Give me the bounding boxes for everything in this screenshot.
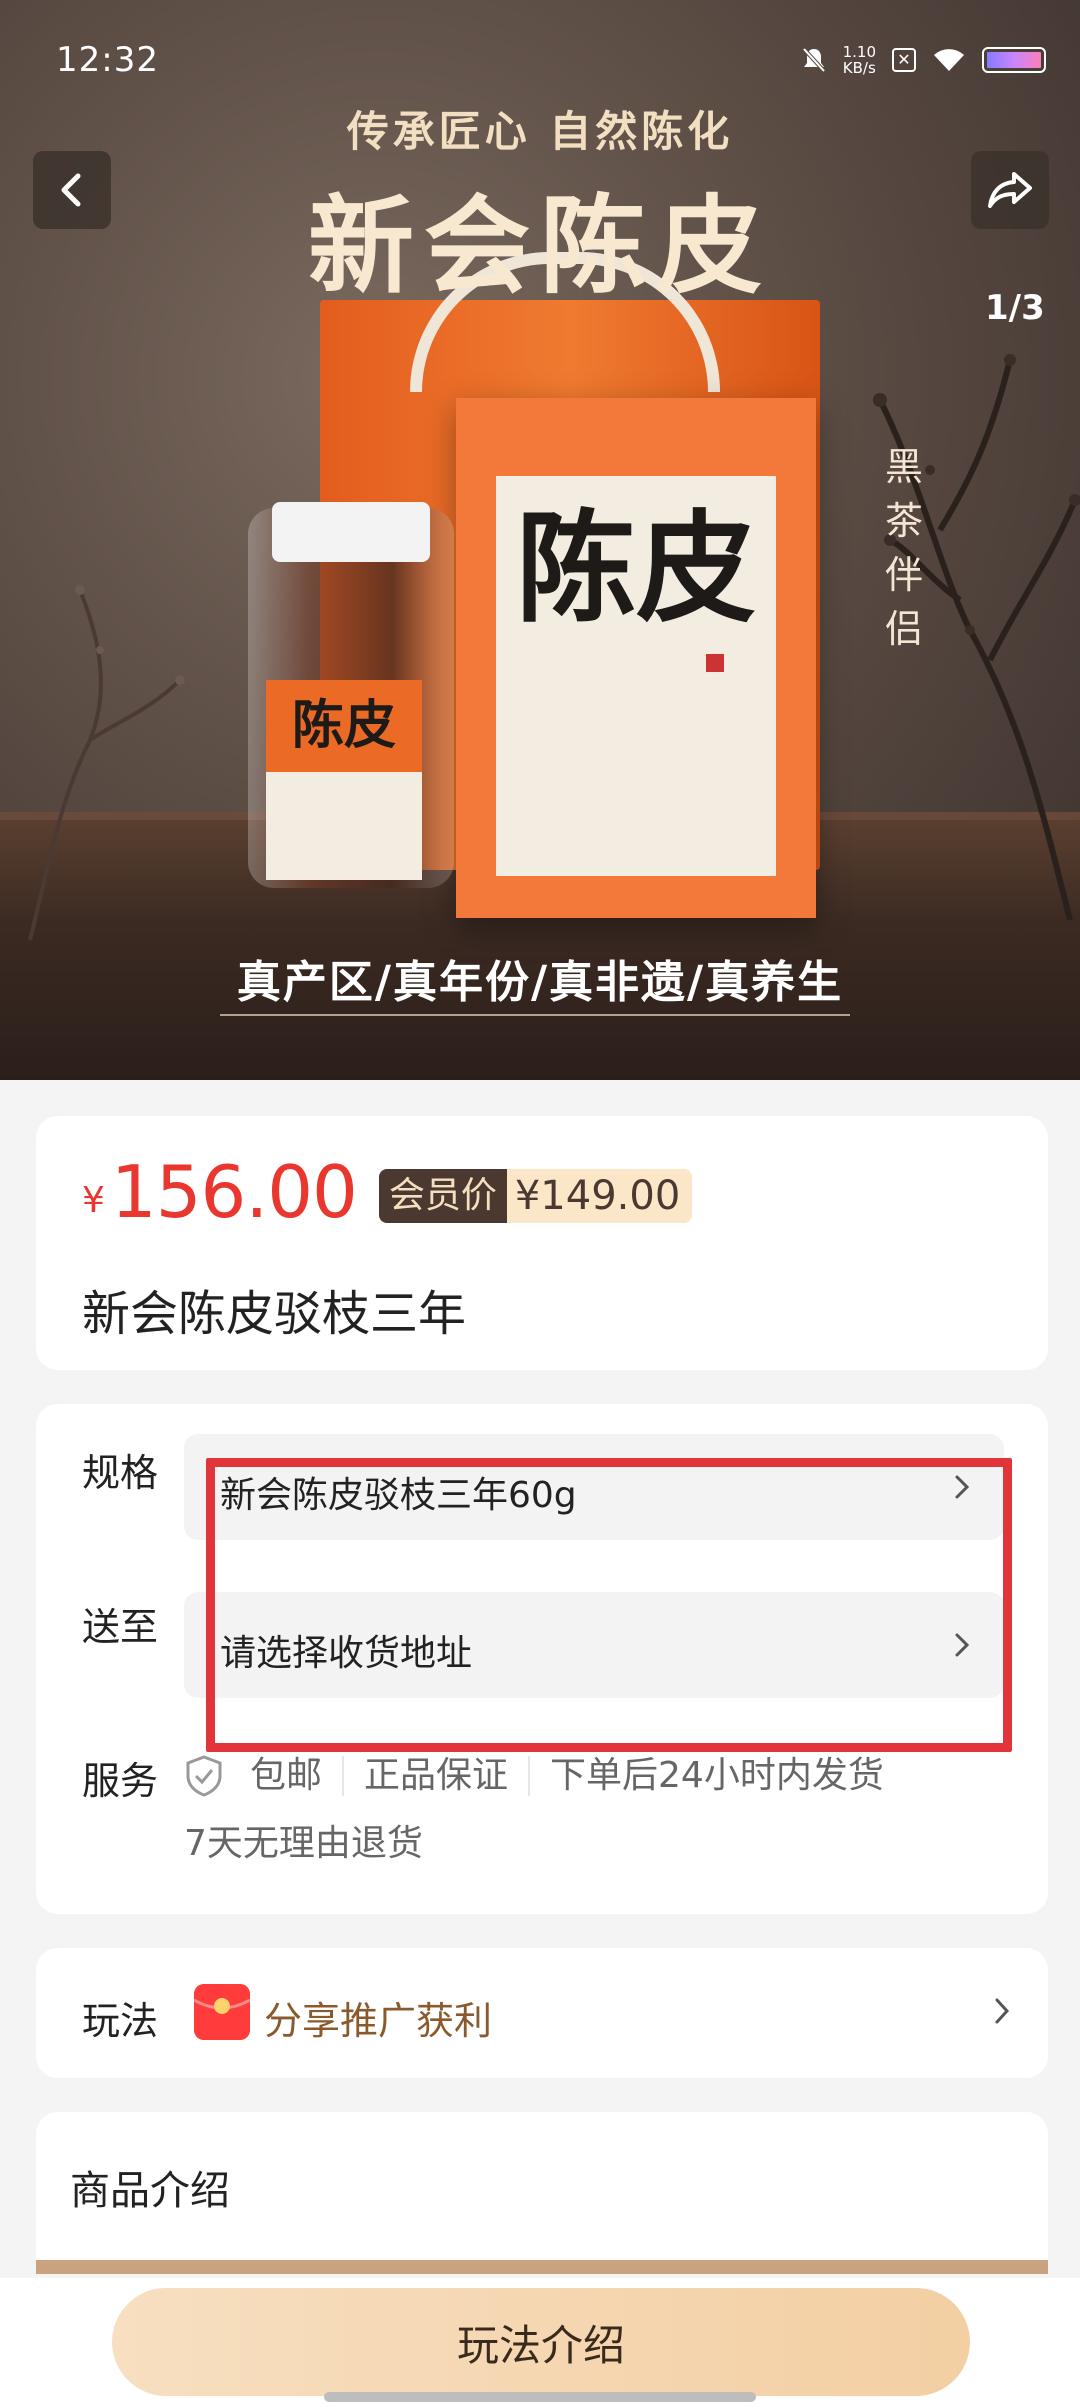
plum-branch-left (28, 585, 185, 940)
price-row: ¥ 156.00 会员价 ¥149.00 (82, 1150, 693, 1234)
highlight-annotation (206, 1458, 1012, 1752)
price-card: ¥ 156.00 会员价 ¥149.00 新会陈皮驳枝三年 (36, 1116, 1048, 1370)
intro-card: 商品介绍 (36, 2112, 1048, 2274)
back-button[interactable] (33, 151, 111, 229)
red-packet-icon (194, 1984, 250, 2040)
status-time: 12:32 (56, 40, 159, 80)
jar-label-title: 陈皮 (266, 680, 422, 772)
jar-label: 陈皮 (266, 680, 422, 880)
service-item: 包邮 (250, 1755, 323, 1796)
product-price: 156.00 (110, 1150, 358, 1234)
image-counter: 1/3 (985, 288, 1045, 328)
wifi-icon (934, 49, 964, 71)
mute-icon (802, 47, 826, 73)
status-bar: 12:32 1.10 KB/s ✕ (0, 0, 1080, 120)
intro-title: 商品介绍 (70, 2168, 230, 2214)
service-item: 下单后24小时内发货 (528, 1756, 904, 1796)
play-label: 玩法 (82, 1999, 159, 2043)
product-gallery[interactable]: 陈皮 陈皮 传承匠心 自然陈化 新会陈皮 黑茶伴侣 真产区/真年份/真非遗/真养… (0, 0, 1080, 1080)
product-name: 新会陈皮驳枝三年 (82, 1286, 467, 1342)
status-icons: 1.10 KB/s ✕ (801, 44, 1046, 76)
chevron-right-icon (995, 1998, 1010, 2024)
play-card[interactable]: 玩法 分享推广获利 (36, 1948, 1048, 2078)
intro-image-preview (36, 2260, 1048, 2274)
gift-box: 陈皮 (456, 398, 816, 918)
share-icon (988, 172, 1032, 208)
member-price: ¥149.00 (506, 1169, 693, 1223)
slogan-bottom: 真产区/真年份/真非遗/真养生 (236, 957, 844, 1008)
jar-lid (272, 502, 430, 562)
spec-label: 规格 (82, 1451, 159, 1495)
net-speed-unit: KB/s (842, 59, 876, 77)
currency-symbol: ¥ (82, 1179, 105, 1221)
bottom-bar: 玩法介绍 (0, 2278, 1080, 2408)
plum-branch-right (873, 354, 1080, 920)
shield-check-icon (186, 1755, 222, 1797)
net-speed: 1.10 KB/s (843, 44, 876, 76)
slogan-main: 新会陈皮 (308, 183, 772, 308)
service-label: 服务 (82, 1759, 159, 1803)
battery-icon (982, 47, 1046, 73)
home-indicator[interactable] (324, 2392, 756, 2402)
gift-box-title: 陈皮 (516, 498, 756, 639)
delivery-label: 送至 (82, 1605, 159, 1649)
member-price-tag: 会员价 (378, 1169, 507, 1223)
member-price-badge: 会员价 ¥149.00 (378, 1169, 693, 1223)
service-item: 正品保证 (342, 1756, 528, 1796)
service-item: 7天无理由退货 (184, 1823, 423, 1864)
gift-box-face: 陈皮 (496, 476, 776, 876)
share-button[interactable] (971, 151, 1049, 229)
red-seal (706, 654, 724, 672)
play-text: 分享推广获利 (264, 1999, 493, 2043)
service-list[interactable]: 包邮 正品保证 下单后24小时内发货 7天无理由退货 (184, 1754, 1004, 1864)
no-sim-icon: ✕ (892, 48, 916, 72)
vertical-text: 黑茶伴侣 (885, 445, 924, 651)
play-intro-button[interactable]: 玩法介绍 (112, 2288, 970, 2396)
back-icon (61, 173, 81, 207)
slogan-underline (220, 1014, 850, 1016)
net-speed-value: 1.10 (842, 43, 876, 61)
